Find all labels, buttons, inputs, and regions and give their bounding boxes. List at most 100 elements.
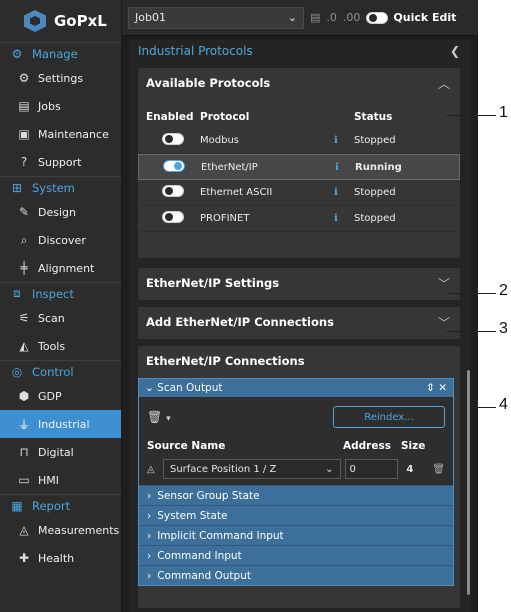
sidebar-item-health[interactable]: ✚ Health	[0, 544, 121, 572]
sidebar-item-gdp[interactable]: ⬢ GDP	[0, 382, 121, 410]
card-title: EtherNet/IP Settings	[146, 276, 280, 290]
reorder-icon[interactable]: ⇕	[426, 382, 435, 394]
job-select-value: Job01	[135, 11, 166, 24]
decimal-increase-icon[interactable]: .00	[343, 11, 361, 24]
address-input[interactable]: 0	[344, 459, 399, 479]
scan-output-header[interactable]: ⌄ Scan Output ⇕ ✕	[139, 379, 453, 397]
caret-down-icon[interactable]: ▾	[166, 414, 171, 424]
quick-edit-label: Quick Edit	[393, 11, 457, 24]
sidebar-item-support[interactable]: ? Support	[0, 148, 121, 176]
callout-line	[446, 331, 496, 332]
connection-item[interactable]: › System State	[139, 505, 453, 525]
ethernet-ip-settings-card[interactable]: EtherNet/IP Settings ﹀	[138, 268, 460, 300]
chevron-left-icon[interactable]: ❮	[450, 44, 460, 58]
callout-line	[446, 293, 496, 294]
chevron-down-icon[interactable]: ⌄	[145, 382, 154, 394]
connection-item[interactable]: › Command Output	[139, 565, 453, 585]
enable-toggle[interactable]	[162, 133, 184, 145]
toggle-switch[interactable]	[366, 11, 389, 24]
scan-output-tools: 🗑 ▾ Reindex...	[147, 403, 445, 431]
sidebar-item-hmi[interactable]: ▭ HMI	[0, 466, 121, 494]
save-icon[interactable]: ▤	[310, 11, 320, 24]
chevron-down-icon[interactable]: ﹀	[438, 314, 450, 331]
sidebar-item-jobs[interactable]: ▤ Jobs	[0, 92, 121, 120]
connection-item[interactable]: › Sensor Group State	[139, 485, 453, 505]
chevron-down-icon[interactable]: ﹀	[438, 275, 450, 292]
scan-icon: ⚟	[18, 311, 30, 325]
callout-number: 2	[499, 282, 508, 299]
logo-icon	[24, 10, 46, 32]
sidebar-item-alignment[interactable]: ╪ Alignment	[0, 254, 121, 282]
sidebar-item-industrial[interactable]: ⏚ Industrial	[0, 410, 121, 438]
connection-item[interactable]: › Implicit Command Input	[139, 525, 453, 545]
info-icon[interactable]: ℹ	[334, 135, 354, 146]
callout-line	[470, 407, 496, 408]
column-header: Status	[354, 111, 393, 123]
sidebar-section-system[interactable]: ⊞ System	[0, 176, 121, 198]
trash-icon[interactable]: 🗑	[432, 464, 445, 475]
pulse-icon: ⊓	[19, 445, 29, 459]
source-select[interactable]: Surface Position 1 / Z ⌄	[162, 459, 341, 479]
app-name: GoPxL	[54, 12, 107, 30]
info-icon[interactable]: ℹ	[334, 187, 354, 198]
discover-icon: ⌕	[20, 232, 28, 247]
sidebar-item-design[interactable]: ✎ Design	[0, 198, 121, 226]
sidebar-item-label: Design	[38, 205, 76, 219]
chevron-right-icon: ›	[147, 509, 152, 522]
gears-icon: ⚙	[11, 46, 23, 61]
sidebar-item-measurements[interactable]: ◬ Measurements	[0, 516, 121, 544]
enable-toggle[interactable]	[162, 185, 184, 197]
sidebar-item-label: HMI	[38, 473, 60, 487]
reindex-button[interactable]: Reindex...	[333, 406, 445, 428]
connection-item[interactable]: › Command Input	[139, 545, 453, 565]
protocol-row-profinet[interactable]: PROFINET ℹ Stopped	[138, 206, 460, 232]
protocol-table-header: Enabled Protocol Status	[138, 106, 460, 128]
protocol-row-ethernet-ascii[interactable]: Ethernet ASCII ℹ Stopped	[138, 180, 460, 206]
sidebar-section-report[interactable]: ▦ Report	[0, 494, 121, 516]
sidebar-item-label: Alignment	[38, 261, 95, 275]
chevron-right-icon: ›	[147, 569, 152, 582]
add-connections-card[interactable]: Add EtherNet/IP Connections ﹀	[138, 307, 460, 339]
source-select-value: Surface Position 1 / Z	[169, 463, 277, 475]
column-header: Protocol	[200, 111, 250, 123]
enable-toggle[interactable]	[163, 159, 185, 172]
protocol-row-ethernet-ip[interactable]: EtherNet/IP ℹ Running	[138, 154, 460, 180]
close-icon[interactable]: ✕	[438, 382, 447, 394]
quick-edit-toggle[interactable]: Quick Edit	[366, 11, 456, 24]
sidebar-section-manage[interactable]: ⚙ Manage	[0, 42, 121, 64]
trash-icon[interactable]: 🗑	[147, 410, 162, 424]
decimal-decrease-icon[interactable]: .0	[326, 11, 337, 24]
sidebar-section-control[interactable]: ◎ Control	[0, 360, 121, 382]
section-label: Inspect	[32, 286, 74, 301]
sidebar-item-scan[interactable]: ⚟ Scan	[0, 304, 121, 332]
sidebar-item-tools[interactable]: ◭ Tools	[0, 332, 121, 360]
sidebar-item-digital[interactable]: ⊓ Digital	[0, 438, 121, 466]
help-icon: ?	[20, 155, 28, 169]
sidebar-section-inspect[interactable]: ⧈ Inspect	[0, 282, 121, 304]
chevron-up-icon[interactable]: ︿	[438, 75, 450, 92]
measurement-icon: ◬	[147, 463, 155, 475]
connection-item-label: Command Output	[157, 569, 251, 582]
sidebar-item-label: Digital	[38, 445, 74, 459]
sidebar-item-settings[interactable]: ⚙ Settings	[0, 64, 121, 92]
scan-output-title: Scan Output	[157, 382, 223, 394]
protocol-row-modbus[interactable]: Modbus ℹ Stopped	[138, 128, 460, 154]
info-icon[interactable]: ℹ	[334, 213, 354, 224]
job-select[interactable]: Job01 ⌄	[128, 6, 304, 29]
connection-item-label: System State	[157, 509, 228, 522]
available-protocols-header[interactable]: Available Protocols ︿	[138, 68, 460, 98]
chevron-down-icon: ⌄	[325, 463, 334, 475]
add-connections-header[interactable]: Add EtherNet/IP Connections ﹀	[138, 307, 460, 337]
section-label: Control	[32, 364, 74, 379]
ethernet-ip-settings-header[interactable]: EtherNet/IP Settings ﹀	[138, 268, 460, 298]
scan-output-block: ⌄ Scan Output ⇕ ✕ 🗑 ▾ Reindex... Source …	[138, 378, 454, 586]
panel-header: Industrial Protocols ❮	[130, 40, 470, 62]
enable-toggle[interactable]	[162, 211, 184, 223]
sidebar-item-label: Jobs	[38, 99, 61, 113]
scrollbar[interactable]	[467, 370, 470, 595]
info-icon[interactable]: ℹ	[335, 162, 355, 173]
protocol-status: Stopped	[354, 135, 396, 146]
available-protocols-card: Available Protocols ︿ Enabled Protocol S…	[138, 68, 460, 258]
sidebar-item-maintenance[interactable]: ▣ Maintenance	[0, 120, 121, 148]
sidebar-item-discover[interactable]: ⌕ Discover	[0, 226, 121, 254]
